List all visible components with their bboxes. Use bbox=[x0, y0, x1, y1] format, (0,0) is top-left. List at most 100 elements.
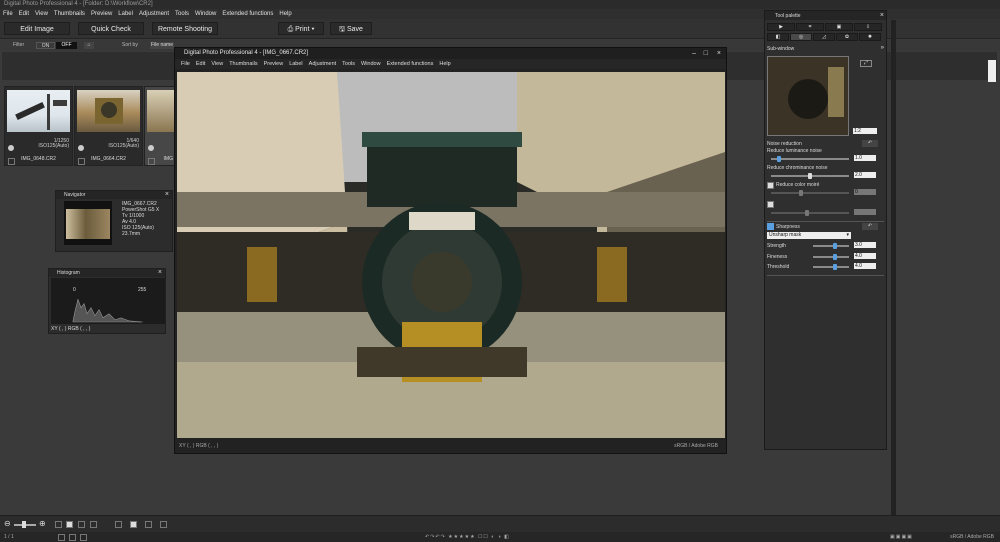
tab-curve[interactable]: ◿ bbox=[813, 33, 835, 41]
fineness-knob[interactable] bbox=[832, 254, 837, 260]
strength-value[interactable]: 3.0 bbox=[854, 242, 876, 248]
tab-crop[interactable]: ⌗ bbox=[796, 23, 824, 31]
minimize-icon[interactable]: – bbox=[692, 50, 696, 57]
lock-icon[interactable]: ⌂ bbox=[84, 42, 94, 49]
menu-file[interactable]: File bbox=[181, 59, 190, 69]
close-icon[interactable]: × bbox=[880, 12, 884, 19]
menu-label[interactable]: Label bbox=[289, 59, 302, 69]
tab-tone[interactable]: ◧ bbox=[767, 33, 789, 41]
menu-preview[interactable]: Preview bbox=[264, 59, 284, 69]
view-detail-icon[interactable] bbox=[90, 521, 97, 528]
zoom-out-icon[interactable]: ⊖ bbox=[4, 519, 11, 528]
color-moire-knob[interactable] bbox=[799, 190, 803, 196]
filter-off-toggle[interactable]: OFF bbox=[56, 42, 77, 49]
thumbnail-card[interactable]: 1/1250 ISO125(Auto) IMG_0648.CR2 bbox=[4, 86, 73, 166]
fineness-value[interactable]: 4.0 bbox=[854, 253, 876, 259]
luminance-noise-slider[interactable] bbox=[771, 158, 849, 160]
fineness-slider[interactable] bbox=[813, 256, 849, 258]
strength-slider[interactable] bbox=[813, 245, 849, 247]
view-filmstrip-icon[interactable] bbox=[115, 521, 122, 528]
menu-view[interactable]: View bbox=[35, 9, 48, 19]
zoom-in-icon[interactable]: ⊕ bbox=[39, 519, 46, 528]
tab-detail[interactable]: ◎ bbox=[790, 33, 812, 41]
status-grid-icon[interactable] bbox=[58, 534, 65, 541]
view-large-icon[interactable] bbox=[66, 521, 73, 528]
scrollbar-thumb[interactable] bbox=[988, 60, 996, 82]
tab-color[interactable]: ✿ bbox=[836, 33, 858, 41]
save-button[interactable]: 🖫 Save bbox=[330, 22, 372, 35]
thumbnail-card-selected[interactable]: IMG bbox=[144, 86, 176, 166]
remote-shooting-button[interactable]: Remote Shooting bbox=[152, 22, 218, 35]
threshold-value[interactable]: 4.0 bbox=[854, 263, 876, 269]
view-multi-icon[interactable] bbox=[160, 521, 167, 528]
tab-image[interactable]: ▣ bbox=[825, 23, 853, 31]
select-checkbox[interactable] bbox=[78, 158, 85, 165]
view-grid-icon[interactable] bbox=[55, 521, 62, 528]
color-moire-checkbox[interactable] bbox=[767, 182, 774, 189]
thumbnail-size-knob[interactable] bbox=[22, 521, 26, 528]
filter-on-toggle[interactable]: ON bbox=[36, 42, 55, 49]
zoom-select[interactable]: 1:2 bbox=[853, 128, 877, 134]
strength-knob[interactable] bbox=[832, 243, 837, 249]
palette-scrollbar[interactable] bbox=[891, 20, 896, 515]
sharpness-checkbox[interactable] bbox=[767, 223, 774, 230]
close-icon[interactable]: × bbox=[165, 191, 169, 198]
threshold-knob[interactable] bbox=[832, 264, 837, 270]
disabled-value[interactable] bbox=[854, 209, 876, 215]
menu-thumbnails[interactable]: Thumbnails bbox=[54, 9, 85, 19]
view-compare-icon[interactable] bbox=[145, 521, 152, 528]
view-list-icon[interactable] bbox=[78, 521, 85, 528]
menu-help[interactable]: Help bbox=[439, 59, 450, 69]
print-button[interactable]: ⎙ Print ▾ bbox=[278, 22, 324, 35]
sharpness-mode-select[interactable]: Unsharp mask ▾ bbox=[767, 232, 851, 239]
menu-window[interactable]: Window bbox=[195, 9, 216, 19]
menu-adjustment[interactable]: Adjustment bbox=[139, 9, 169, 19]
menu-edit[interactable]: Edit bbox=[19, 9, 29, 19]
menu-help[interactable]: Help bbox=[279, 9, 291, 19]
close-icon[interactable]: × bbox=[158, 269, 162, 276]
menu-window[interactable]: Window bbox=[361, 59, 381, 69]
thumbnail-card[interactable]: 1/640 ISO125(Auto) IMG_0664.CR2 bbox=[74, 86, 143, 166]
maximize-icon[interactable]: □ bbox=[704, 50, 708, 57]
edit-image-button[interactable]: Edit Image bbox=[4, 22, 70, 35]
disabled-slider[interactable] bbox=[771, 212, 849, 214]
navigator-preview[interactable] bbox=[64, 201, 112, 245]
status-tool-icons[interactable]: ▣▣▣▣ bbox=[890, 532, 913, 542]
tab-basic[interactable]: ▶ bbox=[767, 23, 795, 31]
color-moire-slider[interactable] bbox=[771, 192, 849, 194]
quick-check-button[interactable]: Quick Check bbox=[78, 22, 144, 35]
disabled-knob[interactable] bbox=[805, 210, 809, 216]
view-single-icon[interactable] bbox=[130, 521, 137, 528]
select-checkbox[interactable] bbox=[148, 158, 155, 165]
close-icon[interactable]: × bbox=[717, 50, 721, 57]
menu-view[interactable]: View bbox=[211, 59, 223, 69]
reset-icon[interactable]: ↶ bbox=[862, 140, 878, 147]
chrominance-noise-value[interactable]: 2.0 bbox=[854, 172, 876, 178]
menu-thumbnails[interactable]: Thumbnails bbox=[229, 59, 257, 69]
chevron-down-icon[interactable]: » bbox=[881, 45, 884, 52]
menu-tools[interactable]: Tools bbox=[175, 9, 189, 19]
option-checkbox[interactable] bbox=[767, 201, 774, 208]
sort-select[interactable]: File name bbox=[150, 42, 174, 49]
menu-label[interactable]: Label bbox=[118, 9, 133, 19]
sub-window-preview[interactable] bbox=[767, 56, 849, 136]
luminance-noise-knob[interactable] bbox=[776, 156, 781, 162]
expand-icon[interactable]: ⤢ bbox=[860, 60, 872, 67]
luminance-noise-value[interactable]: 1.0 bbox=[854, 155, 876, 161]
rotate-rating-controls[interactable]: ↶↷↶↷ ★★★★★ ☐☐ ◐ ◑ ◧ bbox=[425, 532, 510, 542]
status-list-icon[interactable] bbox=[80, 534, 87, 541]
menu-extended-functions[interactable]: Extended functions bbox=[222, 9, 273, 19]
select-checkbox[interactable] bbox=[8, 158, 15, 165]
menu-tools[interactable]: Tools bbox=[342, 59, 355, 69]
reset-icon[interactable]: ↶ bbox=[862, 223, 878, 230]
menu-preview[interactable]: Preview bbox=[91, 9, 112, 19]
menu-file[interactable]: File bbox=[3, 9, 13, 19]
photo-preview[interactable] bbox=[177, 72, 725, 438]
tab-lens[interactable]: ✹ bbox=[859, 33, 881, 41]
chrominance-noise-knob[interactable] bbox=[808, 173, 812, 179]
threshold-slider[interactable] bbox=[813, 266, 849, 268]
color-moire-value[interactable]: 0 bbox=[854, 189, 876, 195]
menu-extended-functions[interactable]: Extended functions bbox=[387, 59, 434, 69]
tab-export[interactable]: ⇩ bbox=[854, 23, 882, 31]
menu-edit[interactable]: Edit bbox=[196, 59, 205, 69]
